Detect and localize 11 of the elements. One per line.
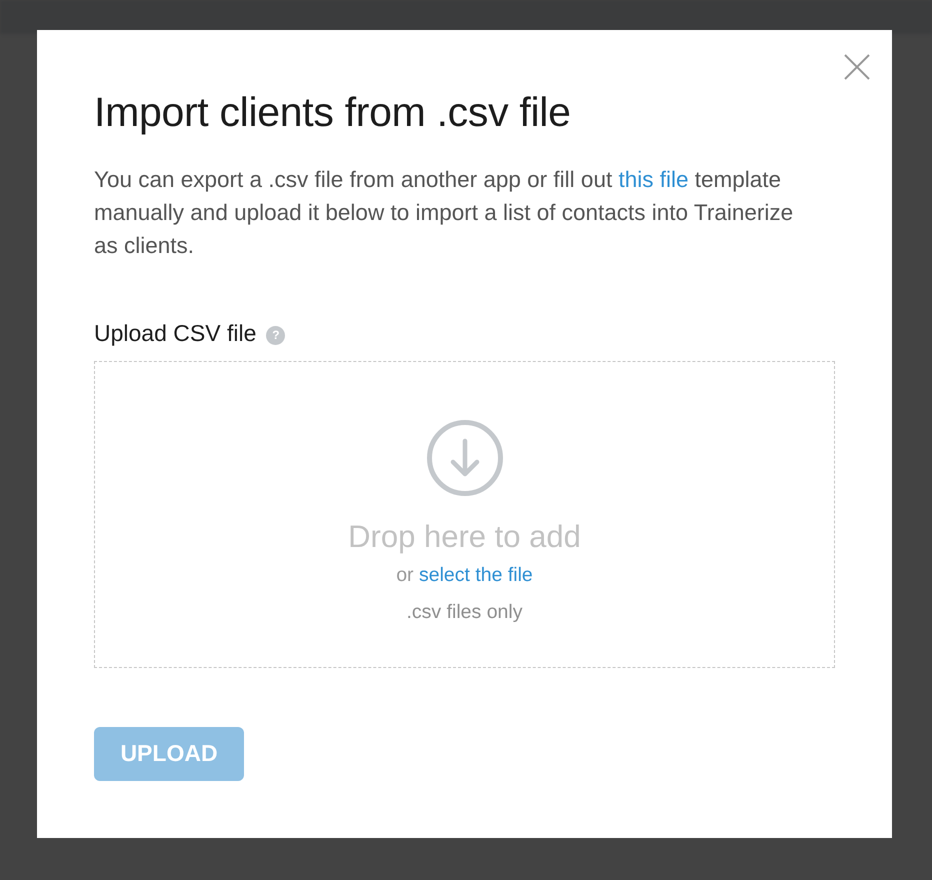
- dialog-title: Import clients from .csv file: [94, 88, 572, 137]
- drop-heading: Drop here to add: [348, 518, 581, 555]
- description-text: You can export a .csv file from another app or fill out this file template manually and upload it below to import a list of contacts into Trainerize as clients.: [94, 166, 794, 260]
- close-button[interactable]: [842, 52, 872, 82]
- or-text: or: [396, 564, 414, 586]
- file-type-hint: .csv files only: [406, 600, 522, 625]
- template-link[interactable]: this file: [618, 167, 688, 192]
- download-icon: [426, 418, 504, 497]
- drop-zone[interactable]: Drop here to add or select the file .csv files only: [94, 360, 835, 668]
- field-label: Upload CSV file: [94, 320, 256, 346]
- select-file-link[interactable]: select the file: [418, 564, 533, 586]
